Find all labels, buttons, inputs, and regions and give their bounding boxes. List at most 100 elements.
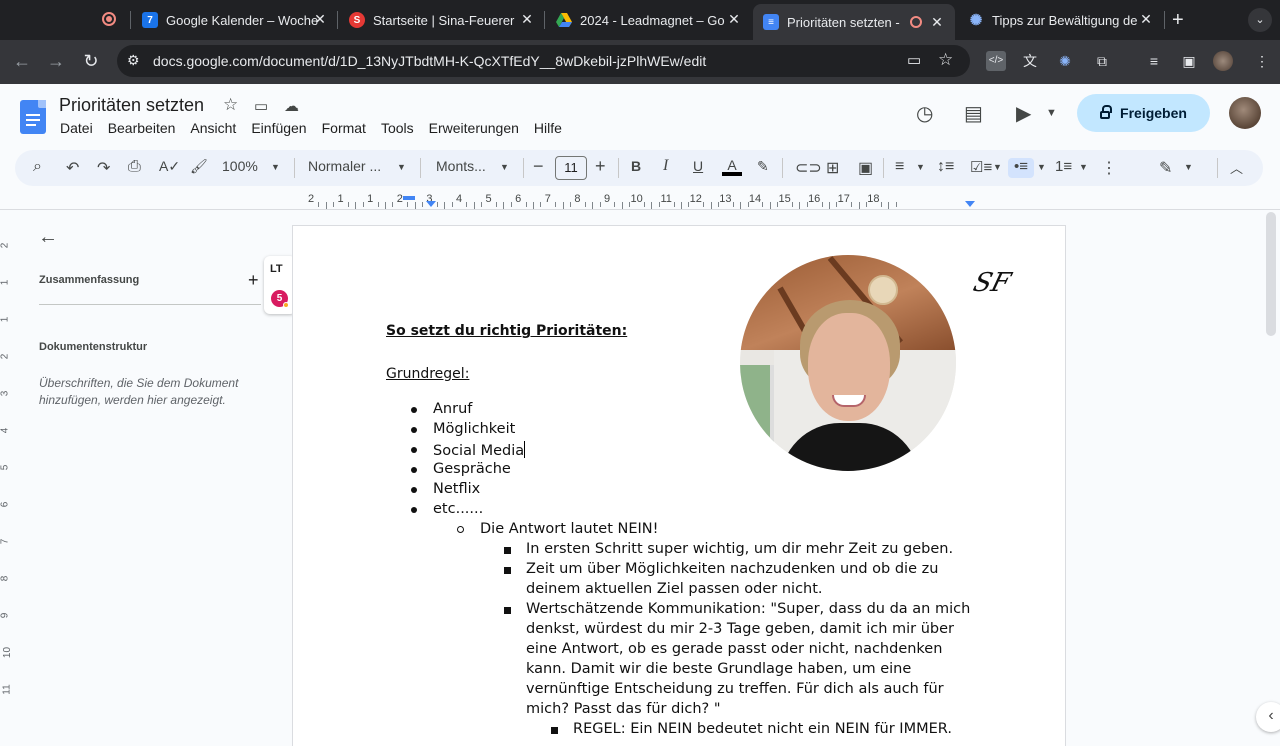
chevron-down-icon[interactable]: ▼ <box>916 162 925 172</box>
add-comment-icon[interactable]: ⊞ <box>826 158 839 178</box>
document-title[interactable]: Prioritäten setzten <box>59 95 204 116</box>
insert-image-icon[interactable]: ▣ <box>858 158 873 178</box>
close-tab-icon[interactable]: ✕ <box>1138 11 1154 28</box>
first-line-indent-marker[interactable] <box>426 201 436 207</box>
chevron-down-icon[interactable]: ▼ <box>1184 162 1193 172</box>
code-extension-icon[interactable]: </> <box>986 51 1006 71</box>
star-icon[interactable]: ☆ <box>223 95 238 115</box>
chevron-down-icon[interactable]: ▼ <box>993 162 1002 172</box>
account-avatar[interactable] <box>1229 97 1261 129</box>
translate-extension-icon[interactable]: 文 <box>1020 51 1040 71</box>
list-item-continuation[interactable]: kann. Damit wir die beste Grundlage habe… <box>526 661 911 677</box>
list-item[interactable]: Netflix <box>433 481 480 497</box>
editing-mode-icon[interactable]: ✎ <box>1159 158 1172 178</box>
paint-format-icon[interactable]: 🖌 <box>190 158 208 175</box>
chevron-down-icon[interactable]: ▼ <box>1046 107 1057 119</box>
highlight-icon[interactable]: ✎ <box>757 158 769 175</box>
text-color-icon[interactable]: A <box>722 158 742 176</box>
meet-video-icon[interactable]: ▶ <box>1016 101 1031 126</box>
back-button[interactable]: ← <box>10 49 34 73</box>
chevron-down-icon[interactable]: ▼ <box>397 162 406 172</box>
side-panel-icon[interactable]: ▣ <box>1179 51 1199 71</box>
reading-list-icon[interactable]: ≡ <box>1144 51 1164 71</box>
tab-leadmagnet[interactable]: 2024 - Leadmagnet – Go ✕ <box>556 7 742 33</box>
profile-avatar[interactable] <box>1213 51 1233 71</box>
horizontal-ruler[interactable]: 2 1 1 2 3 4 5 6 7 8 9 10 11 12 13 14 15 16 17 18 <box>292 192 1066 210</box>
list-item[interactable]: Anruf <box>433 401 472 417</box>
comments-icon[interactable]: ▤ <box>964 101 983 126</box>
collapse-toolbar-icon[interactable]: ︿ <box>1230 158 1243 177</box>
list-item[interactable]: Die Antwort lautet NEIN! <box>480 521 658 537</box>
docs-logo-icon[interactable] <box>20 100 46 134</box>
colorful-extension-icon[interactable]: ✺ <box>1055 51 1075 71</box>
right-indent-marker[interactable] <box>965 201 975 207</box>
list-item[interactable]: Zeit um über Möglichkeiten nachzudenken … <box>526 561 938 577</box>
decrease-font-size-button[interactable]: − <box>533 156 544 177</box>
chevron-down-icon[interactable]: ▼ <box>271 162 280 172</box>
list-item[interactable]: Social Media <box>433 441 526 459</box>
zoom-select[interactable]: 100% <box>222 158 258 174</box>
checklist-icon[interactable]: ☑≡ <box>970 158 992 176</box>
profile-photo[interactable] <box>740 255 956 471</box>
tab-search-button[interactable]: ⌄ <box>1248 8 1272 32</box>
document-heading[interactable]: So setzt du richtig Prioritäten: <box>386 323 627 339</box>
font-family-select[interactable]: Monts... <box>436 158 486 174</box>
increase-font-size-button[interactable]: + <box>595 156 606 177</box>
menu-ansicht[interactable]: Ansicht <box>190 120 236 136</box>
chevron-down-icon[interactable]: ▼ <box>1037 162 1046 172</box>
list-item-continuation[interactable]: mich? Passt das für dich? " <box>526 701 721 717</box>
close-tab-icon[interactable]: ✕ <box>519 11 535 28</box>
new-tab-button[interactable]: + <box>1172 9 1184 32</box>
vertical-ruler[interactable]: 2 1 1 2 3 4 5 6 7 8 9 10 11 <box>0 226 14 746</box>
print-icon[interactable]: ⎙ <box>128 158 141 176</box>
forward-button[interactable]: → <box>44 49 68 73</box>
vertical-scrollbar[interactable] <box>1266 212 1276 336</box>
document-subheading[interactable]: Grundregel: <box>386 366 469 382</box>
version-history-icon[interactable]: ◷ <box>916 101 933 126</box>
font-size-input[interactable]: 11 <box>555 156 587 180</box>
numbered-list-icon[interactable]: 1≡ <box>1055 158 1072 175</box>
list-item[interactable]: Gespräche <box>433 461 511 477</box>
menu-erweiterungen[interactable]: Erweiterungen <box>429 120 519 136</box>
search-menus-icon[interactable]: ⌕ <box>33 158 42 176</box>
site-settings-icon[interactable]: ⚙ <box>127 52 140 69</box>
tab-tipps[interactable]: ✺ Tipps zur Bewältigung de ✕ <box>968 7 1154 33</box>
menu-hilfe[interactable]: Hilfe <box>534 120 562 136</box>
tab-prioritaeten-active[interactable]: ≡ Prioritäten setzten - ✕ <box>753 4 955 40</box>
share-button[interactable]: Freigeben <box>1077 94 1210 132</box>
spellcheck-icon[interactable]: A✓ <box>159 158 180 175</box>
line-spacing-icon[interactable]: ↕≡ <box>937 158 954 176</box>
left-indent-marker[interactable] <box>403 196 415 200</box>
chevron-down-icon[interactable]: ▼ <box>500 162 509 172</box>
list-item-continuation[interactable]: eine Antwort, ob es gerade passt oder ni… <box>526 641 942 657</box>
tab-google-calendar[interactable]: 7 Google Kalender – Woche ✕ <box>142 7 328 33</box>
menu-tools[interactable]: Tools <box>381 120 414 136</box>
bold-icon[interactable]: B <box>631 158 641 174</box>
camera-icon[interactable]: ▭ <box>907 51 921 69</box>
list-item[interactable]: etc...... <box>433 501 483 517</box>
address-bar[interactable]: ⚙ docs.google.com/document/d/1D_13NyJTbd… <box>117 45 970 77</box>
recording-icon[interactable] <box>102 12 116 26</box>
undo-icon[interactable]: ↶ <box>66 158 79 178</box>
underline-icon[interactable]: U <box>693 158 703 174</box>
bulleted-list-icon[interactable]: •≡ <box>1008 158 1034 178</box>
reload-button[interactable]: ↻ <box>79 49 103 73</box>
add-summary-button[interactable]: + <box>248 270 259 291</box>
chevron-down-icon[interactable]: ▼ <box>1079 162 1088 172</box>
insert-link-icon[interactable]: ⊂⊃ <box>795 158 822 178</box>
list-item-continuation[interactable]: vernünftige Entscheidung zu treffen. Für… <box>526 681 944 697</box>
paragraph-style-select[interactable]: Normaler ... <box>308 158 381 174</box>
redo-icon[interactable]: ↷ <box>97 158 110 178</box>
menu-format[interactable]: Format <box>322 120 366 136</box>
list-item[interactable]: In ersten Schritt super wichtig, um dir … <box>526 541 953 557</box>
italic-icon[interactable]: I <box>663 157 668 175</box>
extensions-puzzle-icon[interactable]: ⧉ <box>1092 51 1112 71</box>
list-item-continuation[interactable]: deinem aktuellen Ziel passen oder nicht. <box>526 581 823 597</box>
list-item[interactable]: Wertschätzende Kommunikation: "Super, da… <box>526 601 970 617</box>
move-folder-icon[interactable]: ▭ <box>254 97 268 115</box>
more-options-icon[interactable]: ⋮ <box>1101 158 1117 178</box>
expand-side-panel-button[interactable]: ‹ <box>1256 702 1280 732</box>
close-outline-arrow-icon[interactable]: ← <box>38 226 58 249</box>
close-tab-icon[interactable]: ✕ <box>929 14 945 31</box>
menu-einfuegen[interactable]: Einfügen <box>251 120 306 136</box>
